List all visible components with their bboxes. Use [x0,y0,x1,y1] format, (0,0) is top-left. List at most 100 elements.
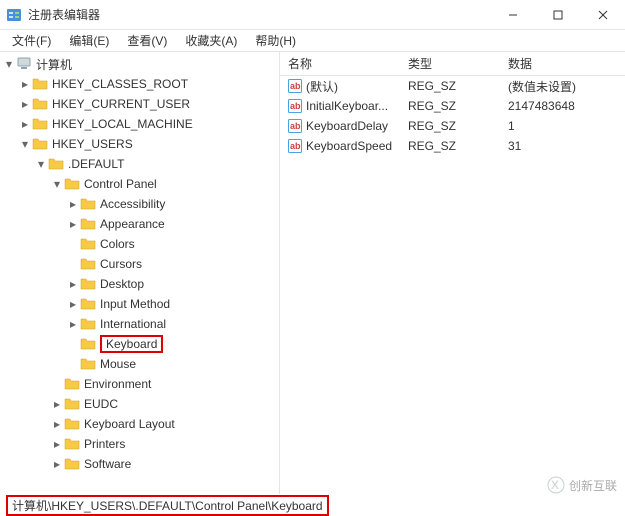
value-name: KeyboardDelay [306,119,388,133]
tree-label: Desktop [100,277,144,291]
tree-label: Keyboard [106,337,157,351]
tree-item-appearance[interactable]: ▸ Appearance [0,214,279,234]
tree-item-colors[interactable]: Colors [0,234,279,254]
folder-icon [80,296,96,312]
folder-icon [64,396,80,412]
tree-item-software[interactable]: ▸Software [0,454,279,474]
svg-text:ab: ab [290,141,301,151]
string-value-icon: ab [288,99,302,113]
value-name: (默认) [306,78,338,95]
tree-label: HKEY_LOCAL_MACHINE [52,117,193,131]
menubar: 文件(F) 编辑(E) 查看(V) 收藏夹(A) 帮助(H) [0,30,625,52]
tree-label: Input Method [100,297,170,311]
menu-view[interactable]: 查看(V) [119,30,175,51]
folder-icon [80,196,96,212]
chevron-right-icon[interactable]: ▸ [66,317,80,331]
menu-edit[interactable]: 编辑(E) [61,30,117,51]
tree-label: 计算机 [36,56,72,73]
folder-icon [32,136,48,152]
list-rows: ab(默认) REG_SZ (数值未设置) abInitialKeyboar..… [280,76,625,156]
watermark-icon: X [547,476,565,494]
watermark: X 创新互联 [547,476,617,494]
tree-item-keyboard-layout[interactable]: ▸ Keyboard Layout [0,414,279,434]
tree-item-printers[interactable]: ▸ Printers [0,434,279,454]
column-data[interactable]: 数据 [500,55,625,72]
titlebar: 注册表编辑器 [0,0,625,30]
tree-item-keyboard[interactable]: Keyboard [0,334,279,354]
content-area: ▾ 计算机 ▸ HKEY_CLASSES_ROOT ▸ HKEY_CURRENT_U… [0,52,625,494]
tree-item-control-panel[interactable]: ▾Control Panel [0,174,279,194]
tree-item-eudc[interactable]: ▸ EUDC [0,394,279,414]
tree-label: HKEY_CLASSES_ROOT [52,77,188,91]
tree-item-desktop[interactable]: ▸ Desktop [0,274,279,294]
tree-item-hkcr[interactable]: ▸ HKEY_CLASSES_ROOT [0,74,279,94]
window-title: 注册表编辑器 [28,6,490,23]
chevron-right-icon[interactable]: ▸ [50,457,64,471]
folder-icon [80,356,96,372]
chevron-right-icon[interactable]: ▸ [18,97,32,111]
folder-icon [64,176,80,192]
chevron-right-icon[interactable]: ▸ [66,277,80,291]
list-row[interactable]: ab(默认) REG_SZ (数值未设置) [280,76,625,96]
tree-item-hku[interactable]: ▾HKEY_USERS [0,134,279,154]
column-type[interactable]: 类型 [400,55,500,72]
value-data: 31 [500,139,625,153]
folder-icon [80,336,96,352]
menu-favorites[interactable]: 收藏夹(A) [177,30,245,51]
tree-label: Printers [84,437,125,451]
watermark-text: 创新互联 [569,477,617,494]
minimize-button[interactable] [490,0,535,29]
list-header: 名称 类型 数据 [280,52,625,76]
string-value-icon: ab [288,119,302,133]
tree-label: Appearance [100,217,165,231]
value-data: 2147483648 [500,99,625,113]
folder-icon [80,316,96,332]
list-row[interactable]: abKeyboardSpeed REG_SZ 31 [280,136,625,156]
list-row[interactable]: abKeyboardDelay REG_SZ 1 [280,116,625,136]
list-panel[interactable]: 名称 类型 数据 ab(默认) REG_SZ (数值未设置) abInitial… [280,52,625,494]
chevron-down-icon[interactable]: ▾ [2,57,16,71]
chevron-right-icon[interactable]: ▸ [50,417,64,431]
chevron-right-icon[interactable]: ▸ [66,217,80,231]
tree-item-mouse[interactable]: Mouse [0,354,279,374]
chevron-right-icon[interactable]: ▸ [66,197,80,211]
folder-icon [80,216,96,232]
close-button[interactable] [580,0,625,29]
tree-label: HKEY_CURRENT_USER [52,97,190,111]
menu-help[interactable]: 帮助(H) [247,30,304,51]
tree-item-input-method[interactable]: ▸ Input Method [0,294,279,314]
chevron-down-icon[interactable]: ▾ [50,177,64,191]
tree-label: EUDC [84,397,118,411]
tree-label: Keyboard Layout [84,417,175,431]
value-type: REG_SZ [400,79,500,93]
chevron-right-icon[interactable]: ▸ [18,77,32,91]
svg-text:ab: ab [290,101,301,111]
column-name[interactable]: 名称 [280,55,400,72]
tree-item-hklm[interactable]: ▸ HKEY_LOCAL_MACHINE [0,114,279,134]
tree-root[interactable]: ▾ 计算机 [0,54,279,74]
chevron-down-icon[interactable]: ▾ [18,137,32,151]
tree-panel[interactable]: ▾ 计算机 ▸ HKEY_CLASSES_ROOT ▸ HKEY_CURRENT_U… [0,52,280,494]
chevron-down-icon[interactable]: ▾ [34,157,48,171]
chevron-right-icon[interactable]: ▸ [50,437,64,451]
tree-item-cursors[interactable]: Cursors [0,254,279,274]
status-path: 计算机\HKEY_USERS\.DEFAULT\Control Panel\Ke… [6,495,329,516]
folder-icon [64,376,80,392]
maximize-button[interactable] [535,0,580,29]
menu-file[interactable]: 文件(F) [4,30,59,51]
chevron-right-icon[interactable]: ▸ [66,297,80,311]
chevron-right-icon[interactable]: ▸ [50,397,64,411]
tree-item-hkcu[interactable]: ▸ HKEY_CURRENT_USER [0,94,279,114]
chevron-right-icon[interactable]: ▸ [18,117,32,131]
folder-icon [80,236,96,252]
value-type: REG_SZ [400,119,500,133]
tree-item-environment[interactable]: Environment [0,374,279,394]
folder-icon [32,76,48,92]
tree-item-international[interactable]: ▸International [0,314,279,334]
list-row[interactable]: abInitialKeyboar... REG_SZ 2147483648 [280,96,625,116]
tree-item-default[interactable]: ▾.DEFAULT [0,154,279,174]
folder-icon [32,96,48,112]
tree-item-accessibility[interactable]: ▸Accessibility [0,194,279,214]
svg-text:ab: ab [290,81,301,91]
folder-icon [64,416,80,432]
